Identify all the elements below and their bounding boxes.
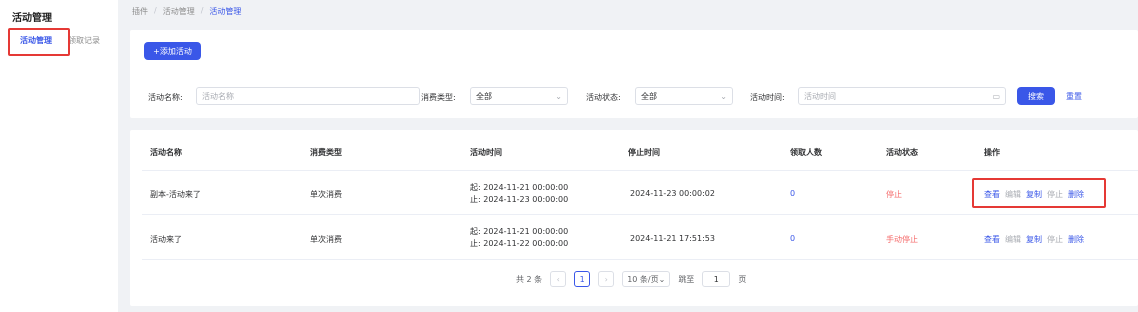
jump-page-input[interactable]: 1 [702, 271, 731, 287]
page-size-select[interactable]: 10 条/页 ⌄ [622, 271, 671, 287]
cell-type: 单次消费 [310, 190, 342, 199]
row-divider [142, 259, 1138, 260]
view-button[interactable]: 查看 [984, 234, 1000, 245]
table-card: 活动名称 消费类型 活动时间 停止时间 领取人数 活动状态 操作 副本-活动来了… [130, 130, 1138, 306]
cell-count: 0 [790, 189, 796, 198]
page-number-current[interactable]: 1 [574, 271, 591, 287]
page-suffix: 页 [738, 274, 747, 284]
calendar-icon: ▭ [992, 91, 1000, 101]
breadcrumb-item-plugins[interactable]: 插件 [132, 6, 148, 17]
copy-button[interactable]: 复制 [1026, 234, 1042, 245]
breadcrumb: 插件 / 活动管理 / 活动管理 [132, 6, 241, 17]
next-page-icon[interactable]: › [598, 271, 615, 287]
activity-status-label: 活动状态: [586, 93, 621, 102]
stop-button[interactable]: 停止 [1047, 234, 1063, 245]
breadcrumb-separator: / [200, 6, 204, 15]
activity-name-placeholder: 活动名称 [202, 91, 234, 101]
activity-time-label: 活动时间: [750, 93, 785, 102]
cell-count: 0 [790, 234, 796, 243]
delete-button[interactable]: 删除 [1068, 234, 1084, 245]
cell-name: 活动来了 [150, 235, 182, 244]
highlight-box-sidebar [8, 28, 70, 56]
highlight-box-actions [972, 178, 1106, 208]
page-size-value: 10 条/页 [627, 274, 659, 284]
row-divider [142, 170, 1138, 171]
row-divider [142, 214, 1138, 215]
chevron-down-icon: ⌄ [720, 91, 727, 101]
cell-start: 起: 2024-11-21 00:00:00 [470, 227, 569, 236]
activity-status-select[interactable]: 全部 ⌄ [635, 87, 733, 105]
jump-label: 跳至 [678, 274, 695, 284]
cell-status: 停止 [886, 190, 902, 199]
reset-button[interactable]: 重置 [1066, 91, 1082, 102]
cell-end: 止: 2024-11-23 00:00:00 [470, 195, 569, 204]
column-header-type: 消费类型 [310, 148, 342, 157]
chevron-down-icon: ⌄ [555, 91, 562, 101]
edit-button[interactable]: 编辑 [1005, 234, 1021, 245]
row-actions: 查看 编辑 复制 停止 删除 [984, 234, 1084, 245]
total-count: 共 2 条 [516, 274, 543, 284]
cell-stop-time: 2024-11-23 00:00:02 [630, 189, 715, 198]
column-header-status: 活动状态 [886, 148, 918, 157]
consumption-type-value: 全部 [476, 91, 492, 101]
column-header-actions: 操作 [984, 148, 1000, 157]
column-header-time: 活动时间 [470, 148, 502, 157]
cell-stop-time: 2024-11-21 17:51:53 [630, 234, 715, 243]
activity-name-input[interactable]: 活动名称 [196, 87, 420, 105]
cell-type: 单次消费 [310, 235, 342, 244]
column-header-stop-time: 停止时间 [628, 148, 660, 157]
cell-end: 止: 2024-11-22 00:00:00 [470, 239, 569, 248]
activity-name-label: 活动名称: [148, 93, 183, 102]
consumption-type-label: 消费类型: [421, 93, 456, 102]
activity-time-picker[interactable]: 活动时间 ▭ [798, 87, 1006, 105]
column-header-count: 领取人数 [790, 148, 822, 157]
breadcrumb-separator: / [154, 6, 157, 15]
activity-time-placeholder: 活动时间 [804, 91, 836, 101]
breadcrumb-item-current: 活动管理 [209, 7, 242, 16]
consumption-type-select[interactable]: 全部 ⌄ [470, 87, 568, 105]
chevron-down-icon: ⌄ [658, 274, 666, 284]
activity-status-value: 全部 [641, 91, 657, 101]
filter-card: +添加活动 活动名称: 活动名称 消费类型: 全部 ⌄ 活动状态: 全部 ⌄ 活… [130, 30, 1138, 118]
pagination: 共 2 条 ‹ 1 › 10 条/页 ⌄ 跳至 1 页 [516, 271, 746, 287]
add-activity-button[interactable]: +添加活动 [144, 42, 201, 60]
search-button[interactable]: 搜索 [1017, 87, 1055, 105]
breadcrumb-item-activity[interactable]: 活动管理 [163, 6, 195, 17]
prev-page-icon[interactable]: ‹ [550, 271, 567, 287]
sidebar-title: 活动管理 [12, 13, 52, 24]
cell-name: 副本-活动来了 [150, 190, 201, 199]
cell-status: 手动停止 [886, 235, 918, 244]
cell-start: 起: 2024-11-21 00:00:00 [470, 183, 569, 192]
column-header-name: 活动名称 [150, 148, 182, 157]
sidebar-item-claim-records[interactable]: 领取记录 [68, 35, 100, 46]
